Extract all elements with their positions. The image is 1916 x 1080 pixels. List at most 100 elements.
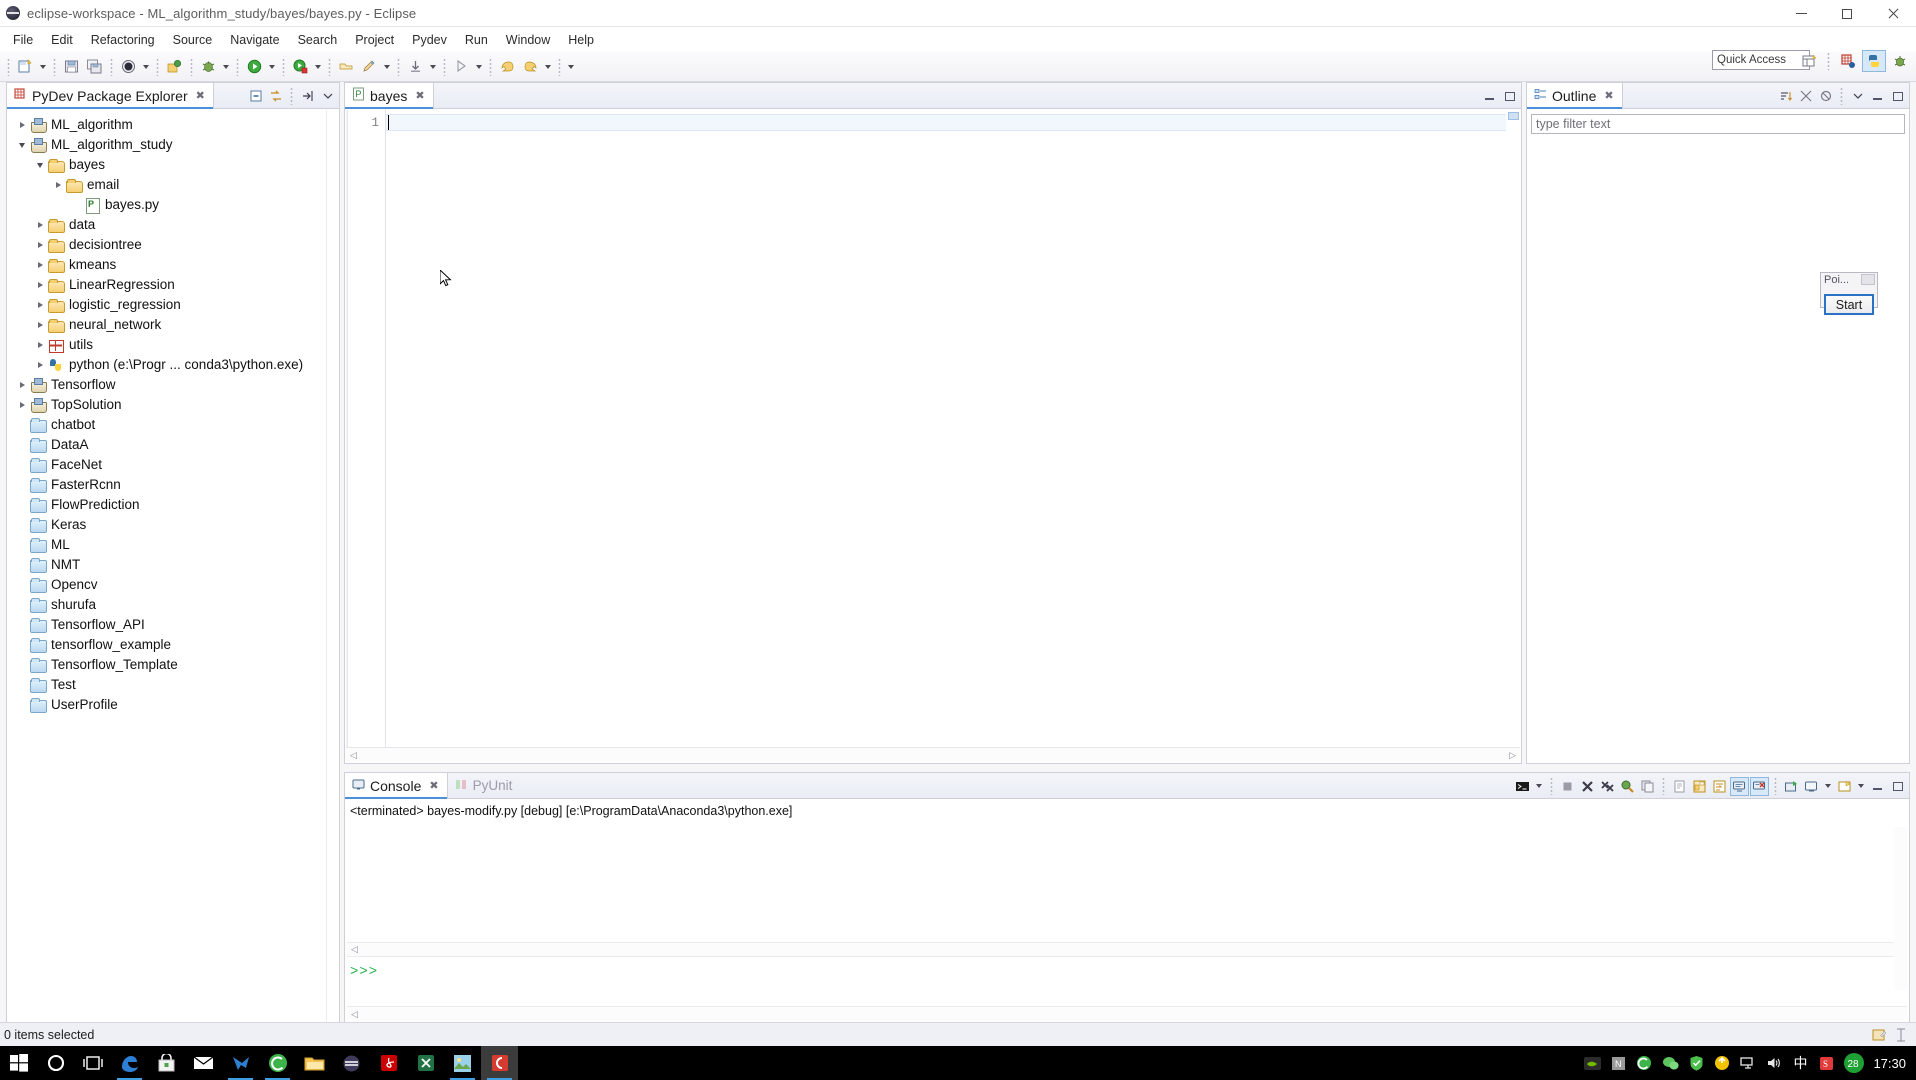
- scroll-left-icon[interactable]: ◁: [351, 1009, 358, 1020]
- link-with-editor-icon[interactable]: [266, 87, 285, 106]
- outline-filter-input[interactable]: type filter text: [1531, 114, 1905, 134]
- 360-browser-icon[interactable]: [259, 1046, 296, 1080]
- photos-icon[interactable]: [444, 1046, 481, 1080]
- save-all-icon[interactable]: [83, 55, 106, 78]
- menu-help[interactable]: Help: [559, 30, 603, 50]
- view-menu-icon[interactable]: [318, 87, 337, 106]
- tree-item[interactable]: logistic_regression: [7, 295, 339, 315]
- collapse-all-icon[interactable]: [246, 87, 265, 106]
- minimize-icon[interactable]: [1868, 87, 1887, 106]
- menu-search[interactable]: Search: [289, 30, 347, 50]
- tree-item[interactable]: Test: [7, 675, 339, 695]
- debug-dropdown-icon[interactable]: [220, 56, 232, 78]
- popup-close-icon[interactable]: [1861, 274, 1875, 285]
- tree-item[interactable]: neural_network: [7, 315, 339, 335]
- menu-navigate[interactable]: Navigate: [221, 30, 288, 50]
- volume-icon[interactable]: [1761, 1046, 1787, 1080]
- tab-bayes[interactable]: P bayes ✖: [345, 83, 434, 109]
- menu-run[interactable]: Run: [456, 30, 497, 50]
- tree-item[interactable]: data: [7, 215, 339, 235]
- tab-outline[interactable]: Outline ✖: [1527, 83, 1623, 109]
- tree-item[interactable]: utils: [7, 335, 339, 355]
- menu-pydev[interactable]: Pydev: [403, 30, 456, 50]
- tree-item[interactable]: LinearRegression: [7, 275, 339, 295]
- tree-item[interactable]: FasterRcnn: [7, 475, 339, 495]
- open-perspective-icon[interactable]: [1797, 50, 1821, 72]
- security-shield-icon[interactable]: [1683, 1046, 1709, 1080]
- toolbar-drag-handle[interactable]: [7, 57, 10, 76]
- coverage-dropdown-icon[interactable]: [312, 56, 324, 78]
- hide-fields-icon[interactable]: [1796, 87, 1815, 106]
- taskbar-clock[interactable]: 17:30: [1869, 1056, 1916, 1071]
- tree-item[interactable]: DataA: [7, 435, 339, 455]
- file-explorer-icon[interactable]: [296, 1046, 333, 1080]
- editor-vertical-scrollbar[interactable]: [1506, 110, 1520, 747]
- tree-item[interactable]: ML: [7, 535, 339, 555]
- pin-editor-icon[interactable]: [358, 55, 381, 78]
- show-console-on-error-icon[interactable]: [1750, 776, 1769, 796]
- close-icon[interactable]: ✖: [1604, 89, 1613, 102]
- sort-icon[interactable]: [1776, 87, 1795, 106]
- tree-twisty-icon[interactable]: [33, 318, 47, 332]
- tree-item[interactable]: FaceNet: [7, 455, 339, 475]
- tree-twisty-icon[interactable]: [15, 378, 29, 392]
- new-console-dropdown-icon[interactable]: [1822, 775, 1834, 797]
- view-menu-icon[interactable]: [1848, 87, 1867, 106]
- tree-twisty-icon[interactable]: [15, 138, 29, 152]
- power-icon[interactable]: [1709, 1046, 1735, 1080]
- show-console-preferences-icon[interactable]: [1618, 777, 1637, 796]
- tree-twisty-icon[interactable]: [33, 258, 47, 272]
- task-view-icon[interactable]: [74, 1046, 111, 1080]
- tree-twisty-icon[interactable]: [15, 398, 29, 412]
- scroll-left-icon[interactable]: ◁: [350, 750, 357, 761]
- print-dropdown-icon[interactable]: [140, 56, 152, 78]
- maximize-icon[interactable]: [1888, 87, 1907, 106]
- console-vertical-scrollbar[interactable]: [1894, 827, 1907, 990]
- tree-item[interactable]: Opencv: [7, 575, 339, 595]
- java-perspective-icon[interactable]: [1836, 50, 1860, 72]
- console-output[interactable]: <terminated> bayes-modify.py [debug] [e:…: [346, 800, 1908, 1022]
- foxmail-icon[interactable]: [222, 1046, 259, 1080]
- minimize-button[interactable]: [1778, 0, 1824, 27]
- tree-twisty-icon[interactable]: [15, 118, 29, 132]
- pin-console-icon[interactable]: [1690, 777, 1709, 796]
- tab-console[interactable]: Console ✖: [345, 773, 448, 799]
- focus-on-active-task-icon[interactable]: [298, 87, 317, 106]
- next-annotation-dropdown-icon[interactable]: [473, 56, 485, 78]
- explorer-scrollbar[interactable]: [326, 110, 338, 1022]
- menu-file[interactable]: File: [4, 30, 42, 50]
- 360-shield-icon[interactable]: [1631, 1046, 1657, 1080]
- console-menu-dropdown-icon[interactable]: [1855, 775, 1867, 797]
- wechat-icon[interactable]: [1657, 1046, 1683, 1080]
- menu-project[interactable]: Project: [346, 30, 403, 50]
- save-icon[interactable]: [60, 55, 83, 78]
- start-button[interactable]: Start: [1824, 294, 1874, 315]
- maximize-icon[interactable]: [1500, 87, 1519, 106]
- minimize-icon[interactable]: [1480, 87, 1499, 106]
- next-annotation-icon[interactable]: [450, 55, 473, 78]
- remove-all-terminated-icon[interactable]: [1598, 777, 1617, 796]
- previous-annotation-icon[interactable]: [404, 55, 427, 78]
- external-tools-icon[interactable]: [163, 55, 186, 78]
- menu-refactoring[interactable]: Refactoring: [82, 30, 164, 50]
- tree-item[interactable]: TopSolution: [7, 395, 339, 415]
- cortana-search-icon[interactable]: [37, 1046, 74, 1080]
- view-menu-icon[interactable]: [1835, 777, 1854, 796]
- adobe-reader-icon[interactable]: [370, 1046, 407, 1080]
- tree-item[interactable]: python (e:\Progr ... conda3\python.exe): [7, 355, 339, 375]
- coverage-icon[interactable]: [289, 55, 312, 78]
- editor-horizontal-scrollbar[interactable]: ◁ ▷: [346, 747, 1520, 762]
- edge-browser-icon[interactable]: [111, 1046, 148, 1080]
- tab-pyunit[interactable]: PyUnit: [448, 773, 521, 798]
- forward-dropdown-icon[interactable]: [542, 56, 554, 78]
- display-selected-console-menu-icon[interactable]: [1533, 775, 1545, 797]
- print-icon[interactable]: [117, 55, 140, 78]
- close-icon[interactable]: ✖: [415, 89, 424, 102]
- tree-item[interactable]: tensorflow_example: [7, 635, 339, 655]
- menu-edit[interactable]: Edit: [42, 30, 82, 50]
- forward-icon[interactable]: [519, 55, 542, 78]
- tree-twisty-icon[interactable]: [33, 238, 47, 252]
- tree-item[interactable]: ML_algorithm_study: [7, 135, 339, 155]
- tree-item[interactable]: ML_algorithm: [7, 115, 339, 135]
- network-icon[interactable]: [1735, 1046, 1761, 1080]
